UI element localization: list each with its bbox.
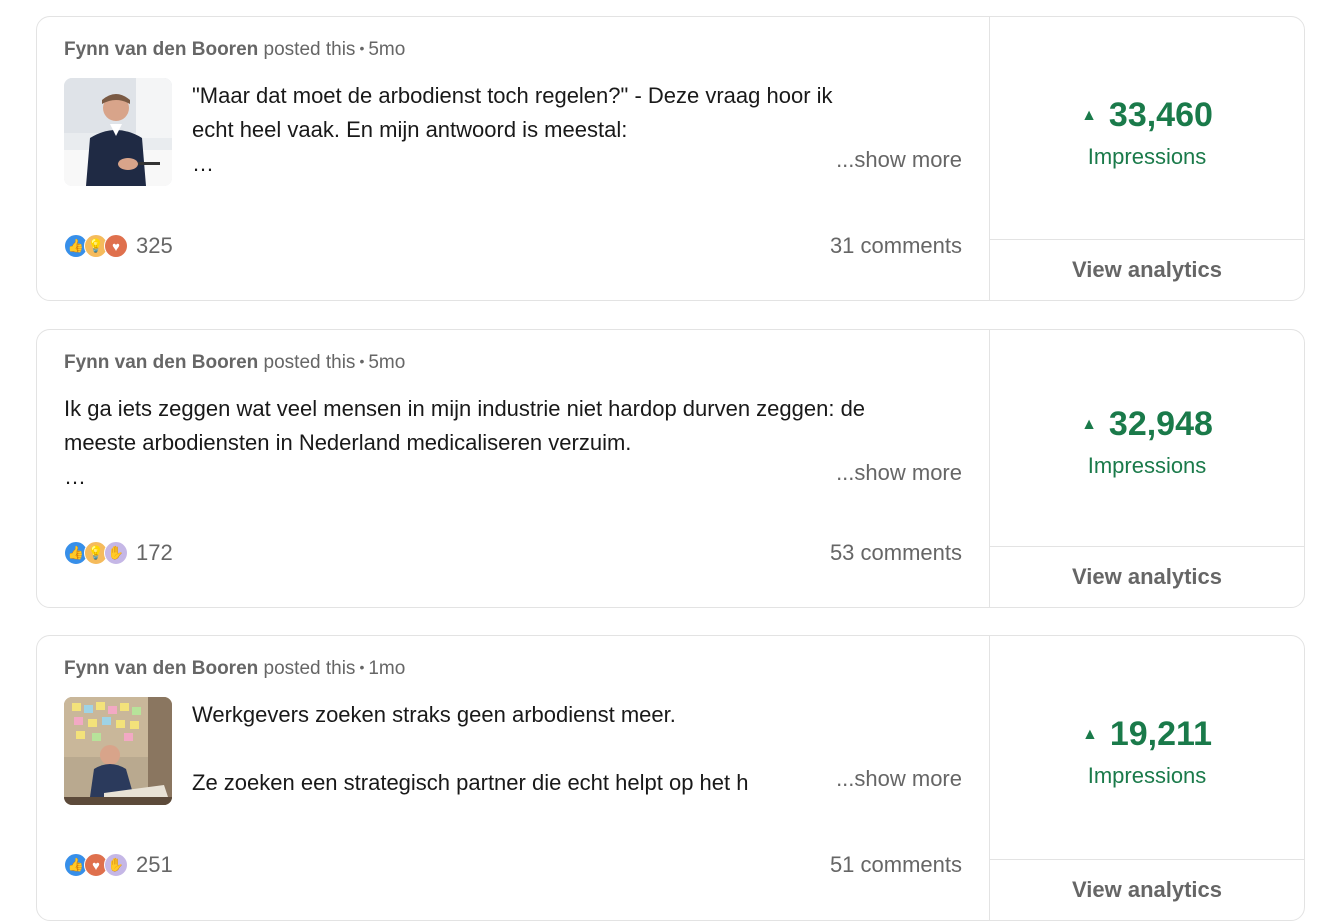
post-card[interactable]: Fynn van den Booren posted this • 5mo "Maa…	[36, 16, 1305, 301]
reaction-count: 172	[136, 540, 173, 565]
impressions-block: ▲ 32,948 Impressions	[990, 404, 1304, 481]
comments-count[interactable]: 51 comments	[830, 852, 962, 878]
post-time: 5mo	[368, 352, 406, 373]
post-text-line-2: Ze zoeken een strategisch partner die ec…	[192, 770, 749, 795]
support-icon: ✋	[104, 541, 128, 565]
view-analytics-button[interactable]: View analytics	[990, 546, 1304, 607]
reaction-icons: 👍 💡 ✋	[64, 541, 128, 565]
impressions-block: ▲ 33,460 Impressions	[990, 95, 1304, 172]
post-content: Fynn van den Booren posted this • 5mo Ik g…	[37, 330, 989, 607]
impressions-number: 19,211	[1109, 715, 1212, 753]
reaction-icons: 👍 💡 ♥	[64, 234, 128, 258]
post-thumbnail[interactable]	[64, 697, 172, 805]
show-more-link[interactable]: ...show more	[830, 147, 962, 173]
post-content: Fynn van den Booren posted this • 1mo We…	[37, 636, 989, 920]
reaction-count: 325	[136, 233, 173, 258]
separator-dot: •	[359, 659, 365, 675]
post-meta: Fynn van den Booren posted this • 1mo	[64, 658, 405, 680]
author-name[interactable]: Fynn van den Booren	[64, 39, 258, 60]
comments-count[interactable]: 31 comments	[830, 233, 962, 259]
post-content: Fynn van den Booren posted this • 5mo "Maa…	[37, 17, 989, 300]
post-text-line-1: Werkgevers zoeken straks geen arbodienst…	[192, 702, 676, 727]
support-icon: ✋	[104, 853, 128, 877]
view-analytics-button[interactable]: View analytics	[990, 239, 1304, 300]
reaction-count: 251	[136, 852, 173, 877]
separator-dot: •	[359, 40, 365, 56]
trend-up-icon: ▲	[1082, 726, 1098, 743]
reactions-summary[interactable]: 👍 💡 ✋ 172	[64, 540, 173, 566]
impressions-number: 32,948	[1108, 405, 1213, 443]
post-time: 1mo	[368, 658, 406, 679]
post-action: posted this	[263, 39, 356, 60]
show-more-link[interactable]: ...show more	[830, 766, 962, 792]
post-card[interactable]: Fynn van den Booren posted this • 5mo Ik g…	[36, 329, 1305, 608]
view-analytics-button[interactable]: View analytics	[990, 859, 1304, 920]
impressions-value: ▲ 33,460	[990, 95, 1304, 142]
show-more-link[interactable]: ...show more	[830, 460, 962, 486]
post-action: posted this	[263, 352, 356, 373]
author-name[interactable]: Fynn van den Booren	[64, 352, 258, 373]
reactions-summary[interactable]: 👍 ♥ ✋ 251	[64, 852, 173, 878]
impressions-value: ▲ 32,948	[990, 404, 1304, 451]
post-stats: ▲ 19,211 Impressions View analytics	[989, 636, 1304, 920]
post-card[interactable]: Fynn van den Booren posted this • 1mo We…	[36, 635, 1305, 921]
impressions-label: Impressions	[1087, 144, 1207, 169]
post-time: 5mo	[368, 39, 406, 60]
man-at-desk-photo-icon	[64, 78, 172, 186]
impressions-label: Impressions	[1087, 763, 1207, 788]
post-stats: ▲ 33,460 Impressions View analytics	[989, 17, 1304, 300]
reaction-icons: 👍 ♥ ✋	[64, 853, 128, 877]
author-name[interactable]: Fynn van den Booren	[64, 658, 258, 679]
post-stats: ▲ 32,948 Impressions View analytics	[989, 330, 1304, 607]
comments-count[interactable]: 53 comments	[830, 540, 962, 566]
post-meta: Fynn van den Booren posted this • 5mo	[64, 352, 405, 374]
post-action: posted this	[263, 658, 356, 679]
man-with-sticky-notes-photo-icon	[64, 697, 172, 805]
impressions-block: ▲ 19,211 Impressions	[990, 714, 1304, 791]
impressions-number: 33,460	[1108, 96, 1213, 134]
post-thumbnail[interactable]	[64, 78, 172, 186]
separator-dot: •	[359, 353, 365, 369]
post-meta: Fynn van den Booren posted this • 5mo	[64, 39, 405, 61]
trend-up-icon: ▲	[1081, 416, 1097, 433]
love-icon: ♥	[104, 234, 128, 258]
reactions-summary[interactable]: 👍 💡 ♥ 325	[64, 233, 173, 259]
trend-up-icon: ▲	[1081, 107, 1097, 124]
impressions-value: ▲ 19,211	[990, 714, 1304, 761]
impressions-label: Impressions	[1087, 453, 1207, 478]
